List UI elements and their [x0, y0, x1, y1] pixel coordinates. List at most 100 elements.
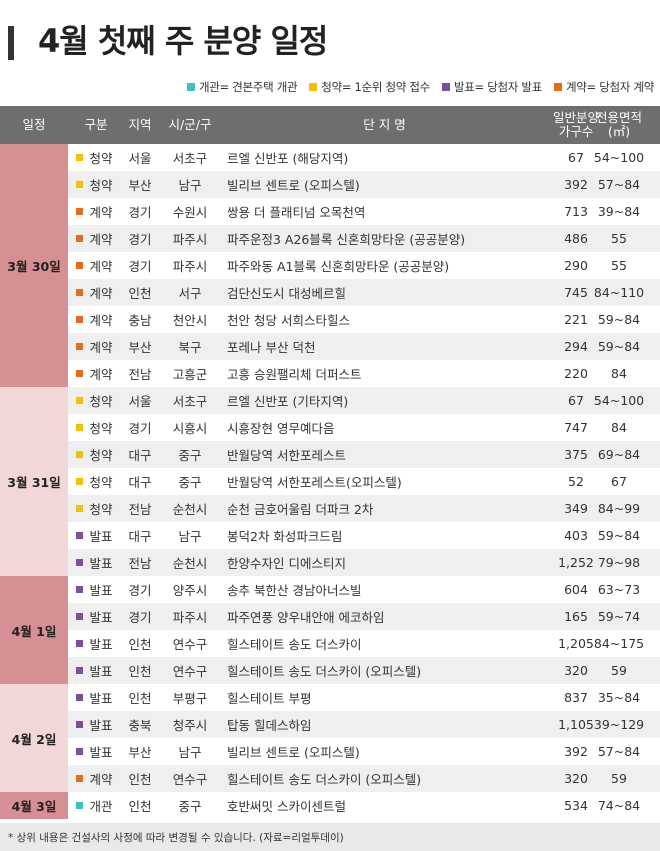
area-cell: 74~84 [597, 798, 641, 813]
legend-label: 발표= 당첨자 발표 [453, 80, 542, 94]
table-row: 발표 인천 부평구 힐스테이트 부평 837 35~84 [68, 684, 660, 711]
type-marker [76, 414, 83, 441]
city-cell: 수원시 [172, 205, 208, 220]
page-title: 4월 첫째 주 분양 일정 [38, 22, 328, 60]
table-row: 발표 인천 연수구 힐스테이트 송도 더스카이 (오피스텔) 320 59 [68, 657, 660, 684]
complex-name-cell: 힐스테이트 부평 [227, 691, 312, 706]
type-cell: 청약 [89, 448, 113, 463]
complex-name-cell: 반월당역 서한포레스트(오피스텔) [227, 475, 402, 490]
complex-name-cell: 힐스테이트 송도 더스카이 (오피스텔) [227, 664, 422, 679]
type-cell: 계약 [89, 232, 113, 247]
type-cell: 계약 [89, 340, 113, 355]
area-cell: 84~99 [597, 501, 641, 516]
region-cell: 경기 [128, 610, 152, 625]
type-marker [76, 279, 83, 306]
type-marker [76, 738, 83, 765]
area-cell: 39~129 [593, 717, 645, 732]
area-cell: 79~98 [597, 555, 641, 570]
city-cell: 연수구 [172, 772, 208, 787]
type-cell: 발표 [89, 529, 113, 544]
region-cell: 인천 [128, 772, 152, 787]
area-cell: 57~84 [597, 744, 641, 759]
city-cell: 서초구 [172, 151, 208, 166]
header-region: 지역 [128, 117, 152, 132]
area-cell: 54~100 [593, 150, 645, 165]
area-cell: 54~100 [593, 393, 645, 408]
type-cell: 발표 [89, 610, 113, 625]
complex-name-cell: 호반써밋 스카이센트럴 [227, 799, 346, 814]
type-cell: 계약 [89, 286, 113, 301]
type-marker [76, 252, 83, 279]
table-row: 발표 경기 양주시 송추 북한산 경남아너스빌 604 63~73 [68, 576, 660, 603]
legend-swatch [553, 83, 562, 91]
area-cell: 59~74 [597, 609, 641, 624]
complex-name-cell: 르엘 신반포 (기타지역) [227, 394, 349, 409]
type-marker [76, 144, 83, 171]
region-cell: 인천 [128, 286, 152, 301]
area-cell: 63~73 [597, 582, 641, 597]
type-marker [76, 657, 83, 684]
type-cell: 청약 [89, 178, 113, 193]
area-cell: 84 [611, 366, 627, 381]
city-cell: 순천시 [172, 556, 208, 571]
area-cell: 69~84 [597, 447, 641, 462]
type-marker [76, 360, 83, 387]
legend-label: 청약= 1순위 청약 접수 [321, 80, 430, 94]
area-cell: 59 [611, 771, 627, 786]
region-cell: 충북 [128, 718, 152, 733]
header-type: 구분 [84, 117, 108, 132]
table-row: 계약 충남 천안시 천안 청당 서희스타힐스 221 59~84 [68, 306, 660, 333]
region-cell: 인천 [128, 637, 152, 652]
header-name: 단 지 명 [363, 117, 406, 132]
complex-name-cell: 검단신도시 대성베르힐 [227, 286, 346, 301]
header-city: 시/군/구 [168, 117, 212, 132]
table-row: 개관 인천 중구 호반써밋 스카이센트럴 534 74~84 [68, 792, 660, 819]
type-cell: 발표 [89, 718, 113, 733]
type-marker [76, 711, 83, 738]
region-cell: 대구 [128, 529, 152, 544]
city-cell: 서초구 [172, 394, 208, 409]
table-row: 청약 서울 서초구 르엘 신반포 (해당지역) 67 54~100 [68, 144, 660, 171]
complex-name-cell: 르엘 신반포 (해당지역) [227, 151, 349, 166]
table-row: 청약 대구 중구 반월당역 서한포레스트(오피스텔) 52 67 [68, 468, 660, 495]
area-cell: 55 [611, 231, 627, 246]
city-cell: 파주시 [172, 259, 208, 274]
type-cell: 청약 [89, 394, 113, 409]
type-cell: 발표 [89, 745, 113, 760]
city-cell: 중구 [178, 799, 202, 814]
legend-item: 개관= 견본주택 개관 [187, 79, 298, 95]
city-cell: 청주시 [172, 718, 208, 733]
region-cell: 전남 [128, 367, 152, 382]
type-marker [76, 765, 83, 792]
type-cell: 계약 [89, 772, 113, 787]
legend: 개관= 견본주택 개관 청약= 1순위 청약 접수 발표= 당첨자 발표 계약= 당첨… [175, 79, 654, 95]
complex-name-cell: 빌리브 센트로 (오피스텔) [227, 178, 360, 193]
region-cell: 부산 [128, 745, 152, 760]
area-cell: 84~110 [593, 285, 645, 300]
table-row: 발표 전남 순천시 한양수자인 디에스티지 1,252 79~98 [68, 549, 660, 576]
type-marker [76, 630, 83, 657]
area-cell: 67 [611, 474, 627, 489]
date-cell: 4월 1일 [0, 576, 68, 684]
type-marker [76, 684, 83, 711]
area-cell: 35~84 [597, 690, 641, 705]
table-row: 발표 인천 연수구 힐스테이트 송도 더스카이 1,205 84~175 [68, 630, 660, 657]
table-row: 계약 경기 파주시 파주운정3 A26블록 신혼희망타운 (공공분양) 486 55 [68, 225, 660, 252]
complex-name-cell: 쌍용 더 플래티넘 오목천역 [227, 205, 366, 220]
city-cell: 연수구 [172, 664, 208, 679]
complex-name-cell: 파주연풍 양우내안애 에코하임 [227, 610, 385, 625]
table-row: 발표 경기 파주시 파주연풍 양우내안애 에코하임 165 59~74 [68, 603, 660, 630]
date-cell: 3월 31일 [0, 387, 68, 576]
table-row: 청약 전남 순천시 순천 금호어울림 더파크 2차 349 84~99 [68, 495, 660, 522]
region-cell: 인천 [128, 691, 152, 706]
region-cell: 경기 [128, 421, 152, 436]
type-cell: 발표 [89, 583, 113, 598]
table-row: 청약 서울 서초구 르엘 신반포 (기타지역) 67 54~100 [68, 387, 660, 414]
complex-name-cell: 순천 금호어울림 더파크 2차 [227, 502, 374, 517]
complex-name-cell: 파주운정3 A26블록 신혼희망타운 (공공분양) [227, 232, 466, 247]
date-cell: 4월 2일 [0, 684, 68, 792]
type-marker [76, 522, 83, 549]
type-cell: 청약 [89, 502, 113, 517]
type-cell: 청약 [89, 421, 113, 436]
header-date: 일정 [22, 117, 46, 132]
